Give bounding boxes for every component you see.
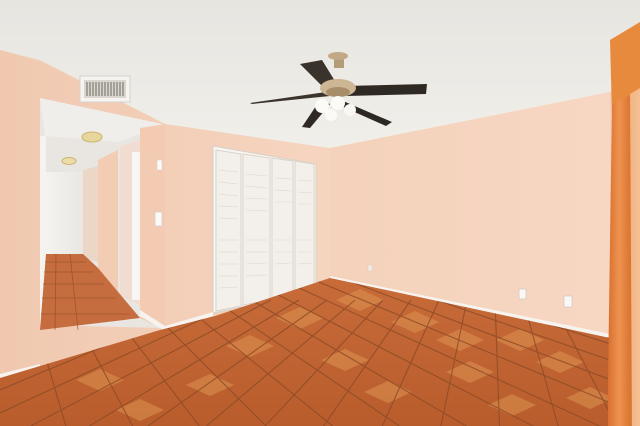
light-switch-icon [154, 211, 163, 227]
light-fixture-icon [61, 157, 77, 165]
electrical-outlet-icon [563, 295, 573, 308]
air-vent-icon [79, 75, 131, 103]
hallway-end-wall [45, 172, 83, 254]
electrical-outlet-icon [518, 288, 527, 300]
light-fixture-icon [81, 131, 103, 143]
empty-bedroom-scene [0, 0, 640, 426]
